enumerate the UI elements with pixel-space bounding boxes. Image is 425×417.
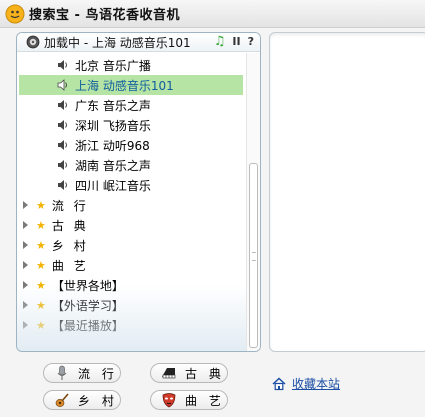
genre-button-pop[interactable]: 流 行 [43,363,121,383]
app-logo-icon [5,4,25,24]
window-title: 搜索宝 - 鸟语花香收音机 [29,8,180,23]
category-item[interactable]: ★ 乡 村 [17,235,245,255]
speaker-icon [57,99,69,111]
speaker-icon [57,119,69,131]
expand-arrow-icon[interactable] [23,301,28,309]
station-item[interactable]: 广东 音乐之声 [17,95,245,115]
star-icon: ★ [36,258,46,272]
speaker-icon [57,159,69,171]
category-label: 古 典 [51,218,89,233]
category-label: 【世界各地】 [51,278,124,293]
station-item[interactable]: 四川 岷江音乐 [17,175,245,195]
category-item[interactable]: ★ 曲 艺 [17,255,245,275]
station-item-selected[interactable]: 上海 动感音乐101 [19,75,243,95]
station-tree: 北京 音乐广播 上海 动感音乐101 广东 音乐之声 深圳 飞扬音乐 浙江 动听… [17,53,245,351]
speaker-icon [57,139,69,151]
genre-button-label: 流 行 [78,366,118,381]
star-icon: ★ [36,298,46,312]
expand-arrow-icon[interactable] [23,261,28,269]
scrollbar-thumb[interactable] [249,163,258,348]
station-label: 浙江 动听968 [75,138,150,153]
expand-arrow-icon[interactable] [23,201,28,209]
disc-icon [26,35,40,49]
category-label: 流 行 [51,198,89,213]
category-label: 乡 村 [51,238,89,253]
station-label: 湖南 音乐之声 [75,158,151,173]
music-note-icon[interactable]: ♫ [214,35,226,49]
speaker-icon [57,179,69,191]
category-item[interactable]: ★ 【最近播放】 [17,315,245,335]
category-label: 【最近播放】 [51,318,124,333]
station-label: 上海 动感音乐101 [75,78,174,93]
expand-arrow-icon[interactable] [23,321,28,329]
category-label: 【外语学习】 [51,298,124,313]
star-icon: ★ [36,218,46,232]
category-item[interactable]: ★ 【世界各地】 [17,275,245,295]
star-icon: ★ [36,198,46,212]
station-item[interactable]: 湖南 音乐之声 [17,155,245,175]
now-playing-text: 加载中 - 上海 动感音乐101 [44,35,191,50]
vertical-scrollbar[interactable] [246,53,260,351]
category-item[interactable]: ★ 【外语学习】 [17,295,245,315]
star-icon: ★ [36,318,46,332]
content-panel [269,32,425,352]
genre-button-label: 乡 村 [78,393,118,408]
scrollbar-grip-icon [252,252,256,261]
station-label: 广东 音乐之声 [75,98,151,113]
station-item[interactable]: 浙江 动听968 [17,135,245,155]
bookmark-site-link[interactable]: 收藏本站 [272,375,340,392]
genre-button-label: 曲 艺 [185,393,225,408]
now-playing-bar: 加载中 - 上海 动感音乐101 ♫ II ? [17,33,260,52]
category-label: 曲 艺 [51,258,89,273]
guitar-icon [54,392,70,408]
station-list-panel: 加载中 - 上海 动感音乐101 ♫ II ? 北京 音乐广播 上海 动感音乐1… [16,32,261,352]
bookmark-site-label[interactable]: 收藏本站 [292,375,340,392]
microphone-icon [54,365,70,381]
star-icon: ★ [36,238,46,252]
speaker-icon [57,79,69,91]
expand-arrow-icon[interactable] [23,221,28,229]
opera-mask-icon [161,392,177,408]
station-label: 北京 音乐广播 [75,58,151,73]
title-bar: 搜索宝 - 鸟语花香收音机 [0,0,425,28]
star-icon: ★ [36,278,46,292]
station-label: 深圳 飞扬音乐 [75,118,151,133]
genre-button-label: 古 典 [185,366,225,381]
category-item[interactable]: ★ 古 典 [17,215,245,235]
expand-arrow-icon[interactable] [23,241,28,249]
help-button[interactable]: ? [248,35,254,49]
station-item[interactable]: 北京 音乐广播 [17,55,245,75]
speaker-icon [57,59,69,71]
home-icon [272,377,286,391]
pause-button[interactable]: II [232,35,240,49]
genre-button-folk-art[interactable]: 曲 艺 [150,390,228,410]
expand-arrow-icon[interactable] [23,281,28,289]
piano-icon [161,365,177,381]
category-item[interactable]: ★ 流 行 [17,195,245,215]
genre-button-country[interactable]: 乡 村 [43,390,121,410]
station-item[interactable]: 深圳 飞扬音乐 [17,115,245,135]
genre-button-classical[interactable]: 古 典 [150,363,228,383]
station-label: 四川 岷江音乐 [75,178,151,193]
